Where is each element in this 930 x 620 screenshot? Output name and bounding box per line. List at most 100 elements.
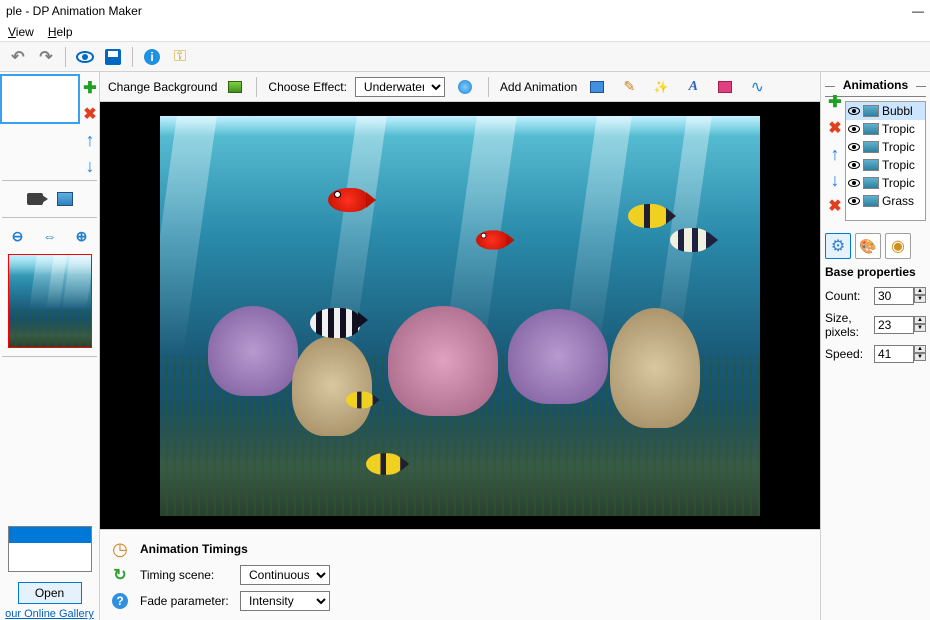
fish <box>366 453 402 475</box>
base-properties-title: Base properties <box>825 265 926 279</box>
save-button[interactable] <box>101 45 125 69</box>
visibility-icon[interactable] <box>848 125 860 133</box>
delete-animation-list-button[interactable] <box>825 118 845 138</box>
help-icon-button[interactable] <box>110 591 130 611</box>
brush-tool-button[interactable] <box>617 75 641 99</box>
add-animation-list-button[interactable] <box>825 92 845 112</box>
fish <box>670 228 710 252</box>
animation-item-label: Tropic <box>882 176 915 190</box>
undo-button[interactable] <box>6 45 30 69</box>
add-animation-button[interactable] <box>585 75 609 99</box>
save-icon <box>105 49 121 65</box>
register-button[interactable] <box>168 45 192 69</box>
tab-colors[interactable] <box>855 233 881 259</box>
fish <box>628 204 668 228</box>
compass-icon <box>891 236 905 256</box>
canvas[interactable] <box>100 102 820 529</box>
animation-item[interactable]: Tropic <box>846 156 925 174</box>
menubar: View Help <box>0 22 930 42</box>
animation-item-label: Tropic <box>882 122 915 136</box>
change-background-label[interactable]: Change Background <box>108 80 217 94</box>
undo-icon <box>11 47 24 67</box>
preview-button[interactable] <box>73 45 97 69</box>
count-spinner[interactable]: ▲▼ <box>914 287 926 305</box>
size-input[interactable] <box>874 316 914 334</box>
clock-icon <box>110 539 130 559</box>
visibility-icon[interactable] <box>848 107 860 115</box>
animation-item[interactable]: Bubbl <box>846 102 925 120</box>
size-spinner[interactable]: ▲▼ <box>914 316 926 334</box>
file-list[interactable] <box>8 526 92 572</box>
zoom-in-button[interactable] <box>72 226 92 246</box>
cycle-icon <box>110 565 130 585</box>
move-animation-up-button[interactable] <box>825 144 845 164</box>
scene-preview <box>160 116 760 516</box>
timing-panel: Animation Timings Timing scene: Continuo… <box>100 529 820 620</box>
text-icon <box>689 79 698 95</box>
wave-tool-button[interactable] <box>745 75 769 99</box>
redo-button[interactable] <box>34 45 58 69</box>
effect-icon <box>458 80 472 94</box>
clear-animations-button[interactable] <box>825 196 845 216</box>
online-gallery-link[interactable]: our Online Gallery <box>0 608 99 620</box>
picture-icon <box>57 192 73 206</box>
property-tabs <box>825 233 926 259</box>
visibility-icon[interactable] <box>848 161 860 169</box>
animation-item[interactable]: Tropic <box>846 138 925 156</box>
eye-icon <box>76 51 94 63</box>
about-button[interactable] <box>140 45 164 69</box>
zoom-out-button[interactable] <box>8 226 28 246</box>
speed-spinner[interactable]: ▲▼ <box>914 345 926 363</box>
add-animation-label[interactable]: Add Animation <box>500 80 577 94</box>
visibility-icon[interactable] <box>848 179 860 187</box>
animation-thumb-icon <box>863 105 879 117</box>
move-scene-down-button[interactable] <box>80 156 100 176</box>
preview-thumbnail[interactable] <box>8 254 92 348</box>
minimize-button[interactable]: — <box>912 5 924 17</box>
delete-scene-button[interactable] <box>80 104 100 124</box>
visibility-icon[interactable] <box>848 143 860 151</box>
wand-tool-button[interactable] <box>649 75 673 99</box>
animation-item-label: Grass <box>882 194 914 208</box>
menu-help[interactable]: Help <box>48 25 73 39</box>
animation-item[interactable]: Tropic <box>846 120 925 138</box>
add-scene-button[interactable] <box>80 78 100 98</box>
camera-icon <box>27 193 43 205</box>
move-animation-down-button[interactable] <box>825 170 845 190</box>
background-icon <box>228 81 242 93</box>
open-button[interactable]: Open <box>18 582 82 604</box>
apply-effect-button[interactable] <box>453 75 477 99</box>
speed-input[interactable] <box>874 345 914 363</box>
middle-panel: Change Background Choose Effect: Underwa… <box>100 72 820 620</box>
animation-thumb-icon <box>863 195 879 207</box>
effect-select[interactable]: Underwater <box>355 77 445 97</box>
fish <box>346 391 374 408</box>
fish <box>328 188 368 212</box>
animations-list[interactable]: Bubbl Tropic Tropic Tropic Tropic Grass <box>845 101 926 221</box>
visibility-icon[interactable] <box>848 197 860 205</box>
animation-item[interactable]: Grass <box>846 192 925 210</box>
scene-thumbnail[interactable] <box>0 74 80 124</box>
menu-view[interactable]: View <box>8 25 34 39</box>
fade-parameter-select[interactable]: Intensity <box>240 591 330 611</box>
animation-thumb-icon <box>863 141 879 153</box>
animation-item[interactable]: Tropic <box>846 174 925 192</box>
text-tool-button[interactable] <box>681 75 705 99</box>
picture-button[interactable] <box>55 189 75 209</box>
count-input[interactable] <box>874 287 914 305</box>
zoom-fit-button[interactable] <box>40 226 60 246</box>
key-icon <box>174 48 186 66</box>
animation-item-label: Bubbl <box>882 104 913 118</box>
file-list-item[interactable] <box>9 527 91 543</box>
tab-motion[interactable] <box>885 233 911 259</box>
camera-button[interactable] <box>25 189 45 209</box>
move-scene-up-button[interactable] <box>80 130 100 150</box>
change-background-button[interactable] <box>225 77 245 97</box>
gif-tool-button[interactable] <box>713 75 737 99</box>
timing-scene-select[interactable]: Continuous <box>240 565 330 585</box>
fade-parameter-label: Fade parameter: <box>140 594 230 608</box>
canvas-toolbar: Change Background Choose Effect: Underwa… <box>100 72 820 102</box>
animation-item-label: Tropic <box>882 158 915 172</box>
tab-settings[interactable] <box>825 233 851 259</box>
pencil-icon <box>623 78 635 95</box>
